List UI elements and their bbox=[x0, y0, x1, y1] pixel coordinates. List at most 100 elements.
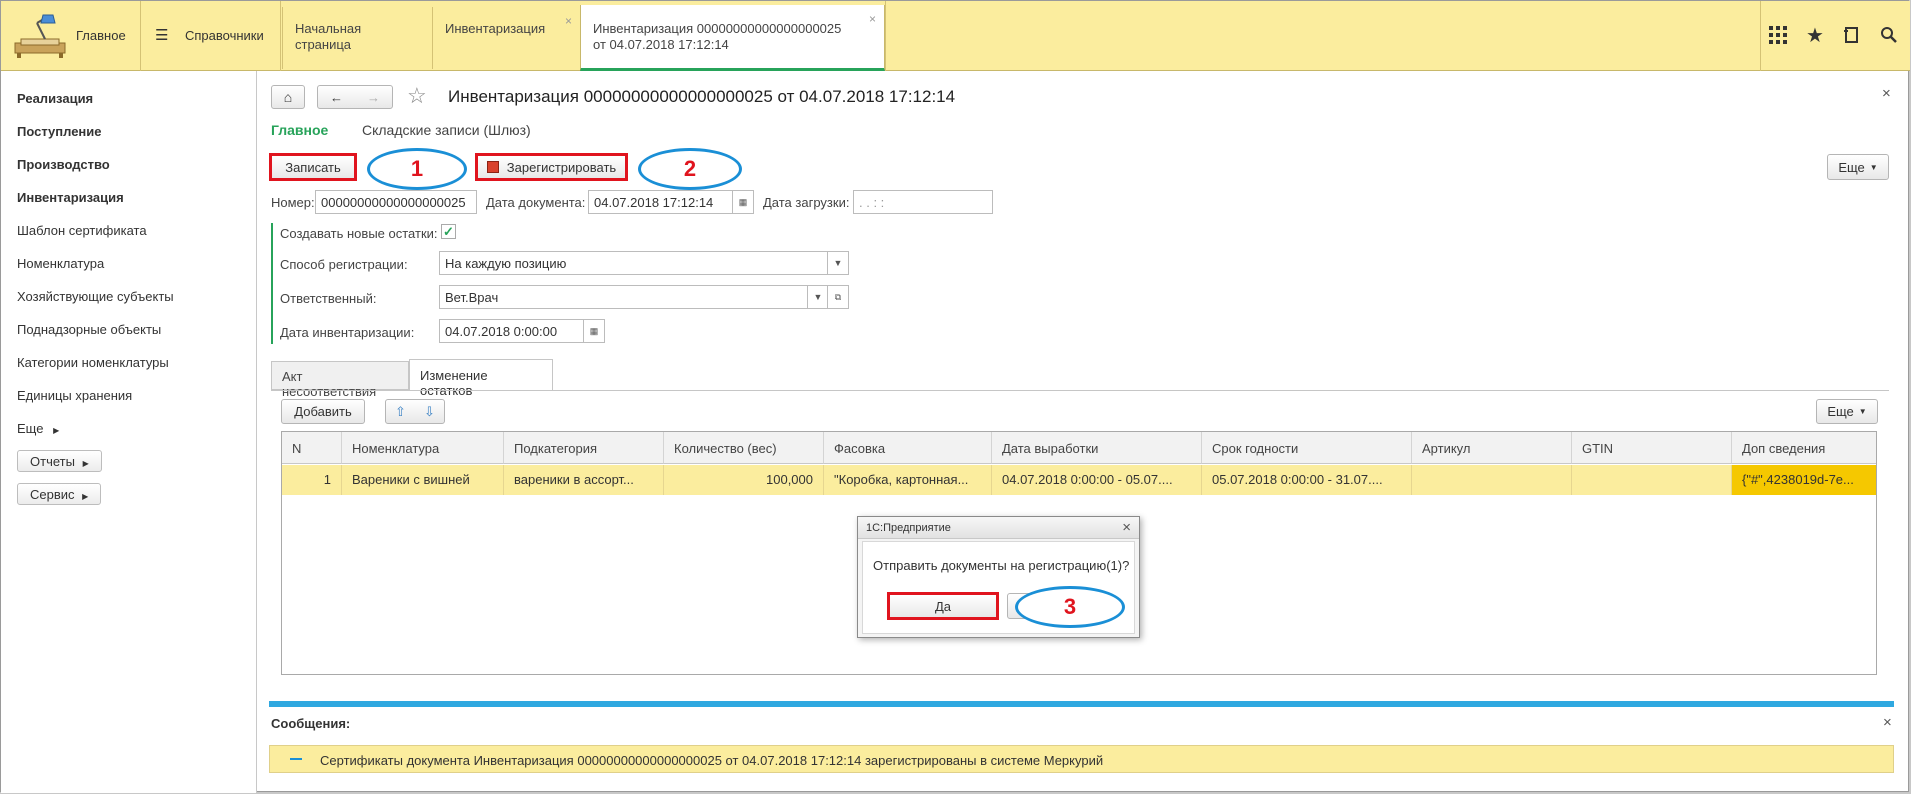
column-header[interactable]: GTIN bbox=[1572, 432, 1732, 464]
apps-grid-icon[interactable] bbox=[1766, 23, 1790, 47]
dialog-titlebar: 1С:Предприятие × bbox=[858, 517, 1139, 539]
subtab-warehouse-records[interactable]: Складские записи (Шлюз) bbox=[362, 122, 531, 138]
doc-date-label: Дата документа: bbox=[486, 195, 586, 210]
close-icon[interactable]: × bbox=[565, 13, 572, 29]
close-icon[interactable]: × bbox=[1122, 519, 1131, 536]
sidebar-item-receipts[interactable]: Поступление bbox=[17, 124, 102, 139]
chevron-down-icon[interactable]: ▼ bbox=[807, 285, 829, 309]
more-label: Еще bbox=[17, 421, 44, 436]
table-cell[interactable]: вареники в ассорт... bbox=[504, 465, 664, 495]
responsible-field[interactable]: Вет.Врач bbox=[439, 285, 811, 309]
confirm-dialog: 1С:Предприятие × Отправить документы на … bbox=[857, 516, 1140, 638]
add-button[interactable]: Добавить bbox=[281, 399, 365, 424]
arrow-down-icon[interactable]: ⇩ bbox=[424, 404, 435, 420]
column-header[interactable]: Номенклатура bbox=[342, 432, 504, 464]
home-button[interactable]: ⌂ bbox=[271, 85, 305, 109]
tab-divider bbox=[271, 390, 1889, 391]
close-icon[interactable]: × bbox=[1883, 714, 1892, 731]
yes-button[interactable]: Да bbox=[887, 592, 999, 620]
column-header[interactable]: Срок годности bbox=[1202, 432, 1412, 464]
arrow-back-icon[interactable]: ← bbox=[330, 90, 343, 105]
table-cell[interactable]: 05.07.2018 0:00:00 - 31.07.... bbox=[1202, 465, 1412, 495]
close-icon[interactable]: × bbox=[1882, 85, 1891, 102]
table-cell[interactable]: Вареники с вишней bbox=[342, 465, 504, 495]
references-section-button[interactable]: ☰ Справочники bbox=[141, 1, 281, 71]
registration-method-field[interactable]: На каждую позицию bbox=[439, 251, 831, 275]
sidebar-item-nomenclature-categories[interactable]: Категории номенклатуры bbox=[17, 355, 169, 370]
inventory-date-field[interactable]: 04.07.2018 0:00:00 bbox=[439, 319, 585, 343]
column-header[interactable]: Количество (вес) bbox=[664, 432, 824, 464]
message-row[interactable]: Сертификаты документа Инвентаризация 000… bbox=[269, 745, 1894, 773]
table-cell[interactable] bbox=[1412, 465, 1572, 495]
register-button[interactable]: Зарегистрировать bbox=[475, 153, 628, 181]
collapse-icon[interactable] bbox=[290, 758, 302, 760]
table-cell[interactable]: 1 bbox=[282, 465, 342, 495]
arrow-forward-icon[interactable]: → bbox=[367, 90, 380, 105]
sidebar: Реализация Поступление Производство Инве… bbox=[1, 71, 257, 793]
chevron-down-icon: ▼ bbox=[1858, 407, 1867, 416]
sidebar-item-business-entities[interactable]: Хозяйствующие субъекты bbox=[17, 289, 174, 304]
dialog-question: Отправить документы на регистрацию(1)? bbox=[873, 558, 1130, 573]
sidebar-item-storage-units[interactable]: Единицы хранения bbox=[17, 388, 132, 403]
dialog-title: 1С:Предприятие bbox=[866, 522, 951, 534]
messages-header: Сообщения: bbox=[271, 716, 351, 731]
inventory-date-label: Дата инвентаризации: bbox=[280, 325, 415, 340]
app-window: Главное ☰ Справочники Начальная страница… bbox=[0, 0, 1910, 793]
messages-divider bbox=[269, 701, 1894, 707]
column-header[interactable]: Фасовка bbox=[824, 432, 992, 464]
reports-button[interactable]: Отчеты ▶ bbox=[17, 450, 102, 472]
tab-discrepancy-act[interactable]: Акт несоответствия bbox=[271, 361, 409, 399]
number-field[interactable]: 00000000000000000025 bbox=[315, 190, 477, 214]
column-header[interactable]: Подкатегория bbox=[504, 432, 664, 464]
tab-inventory-list[interactable]: Инвентаризация × bbox=[432, 7, 580, 69]
sidebar-item-sales[interactable]: Реализация bbox=[17, 91, 93, 106]
number-label: Номер: bbox=[271, 195, 315, 210]
tab-inventory-document[interactable]: Инвентаризация 00000000000000000025 от 0… bbox=[580, 5, 885, 71]
table-more-button[interactable]: Еще ▼ bbox=[1816, 399, 1878, 424]
table-cell[interactable]: "Коробка, картонная... bbox=[824, 465, 992, 495]
create-remainders-checkbox[interactable]: ✓ bbox=[441, 224, 456, 239]
sidebar-item-production[interactable]: Производство bbox=[17, 157, 110, 172]
column-header[interactable]: Дата выработки bbox=[992, 432, 1202, 464]
column-header[interactable]: Доп сведения bbox=[1732, 432, 1876, 464]
tab-remainders-change[interactable]: Изменение остатков bbox=[409, 359, 553, 398]
more-button[interactable]: Еще ▼ bbox=[1827, 154, 1889, 180]
open-icon[interactable]: ⧉ bbox=[827, 285, 849, 309]
column-header[interactable]: N bbox=[282, 432, 342, 464]
load-date-label: Дата загрузки: bbox=[763, 195, 850, 210]
sidebar-item-nomenclature[interactable]: Номенклатура bbox=[17, 256, 104, 271]
arrow-up-icon[interactable]: ⇧ bbox=[395, 404, 406, 420]
table-cell[interactable]: 100,000 bbox=[664, 465, 824, 495]
register-label: Зарегистрировать bbox=[506, 159, 617, 175]
close-icon[interactable]: × bbox=[869, 11, 876, 27]
favorite-star-icon[interactable]: ☆ bbox=[407, 83, 427, 109]
home-icon: ⌂ bbox=[283, 89, 293, 105]
load-date-field[interactable]: . . : : bbox=[853, 190, 993, 214]
chevron-right-icon: ▶ bbox=[53, 426, 60, 435]
calendar-icon[interactable]: ▦ bbox=[583, 319, 605, 343]
register-icon bbox=[486, 161, 499, 173]
chevron-down-icon[interactable]: ▼ bbox=[827, 251, 849, 275]
tab-home-page[interactable]: Начальная страница bbox=[282, 7, 432, 69]
table-cell[interactable] bbox=[1572, 465, 1732, 495]
save-button[interactable]: Записать bbox=[269, 153, 357, 181]
table-cell[interactable]: {"#",4238019d-7e... bbox=[1732, 465, 1876, 495]
calendar-icon[interactable]: ▦ bbox=[732, 190, 754, 214]
history-icon[interactable] bbox=[1840, 23, 1864, 47]
more-label: Еще bbox=[1827, 404, 1854, 419]
column-header[interactable]: Артикул bbox=[1412, 432, 1572, 464]
table-cell[interactable]: 04.07.2018 0:00:00 - 05.07.... bbox=[992, 465, 1202, 495]
create-remainders-label: Создавать новые остатки: bbox=[280, 226, 438, 241]
subtab-main[interactable]: Главное bbox=[271, 122, 328, 138]
sidebar-item-inventory[interactable]: Инвентаризация bbox=[17, 190, 124, 205]
service-button[interactable]: Сервис ▶ bbox=[17, 483, 102, 505]
sidebar-item-cert-template[interactable]: Шаблон сертификата bbox=[17, 223, 147, 238]
annotation-3: 3 bbox=[1015, 586, 1125, 628]
sidebar-item-more[interactable]: Еще ▶ bbox=[17, 421, 59, 436]
star-icon[interactable]: ★ bbox=[1803, 23, 1827, 47]
search-icon[interactable] bbox=[1877, 23, 1901, 47]
main-section-button[interactable]: Главное bbox=[1, 1, 141, 71]
doc-date-field[interactable]: 04.07.2018 17:12:14 bbox=[588, 190, 734, 214]
group-indicator bbox=[271, 223, 273, 344]
sidebar-item-supervised-objects[interactable]: Поднадзорные объекты bbox=[17, 322, 161, 337]
